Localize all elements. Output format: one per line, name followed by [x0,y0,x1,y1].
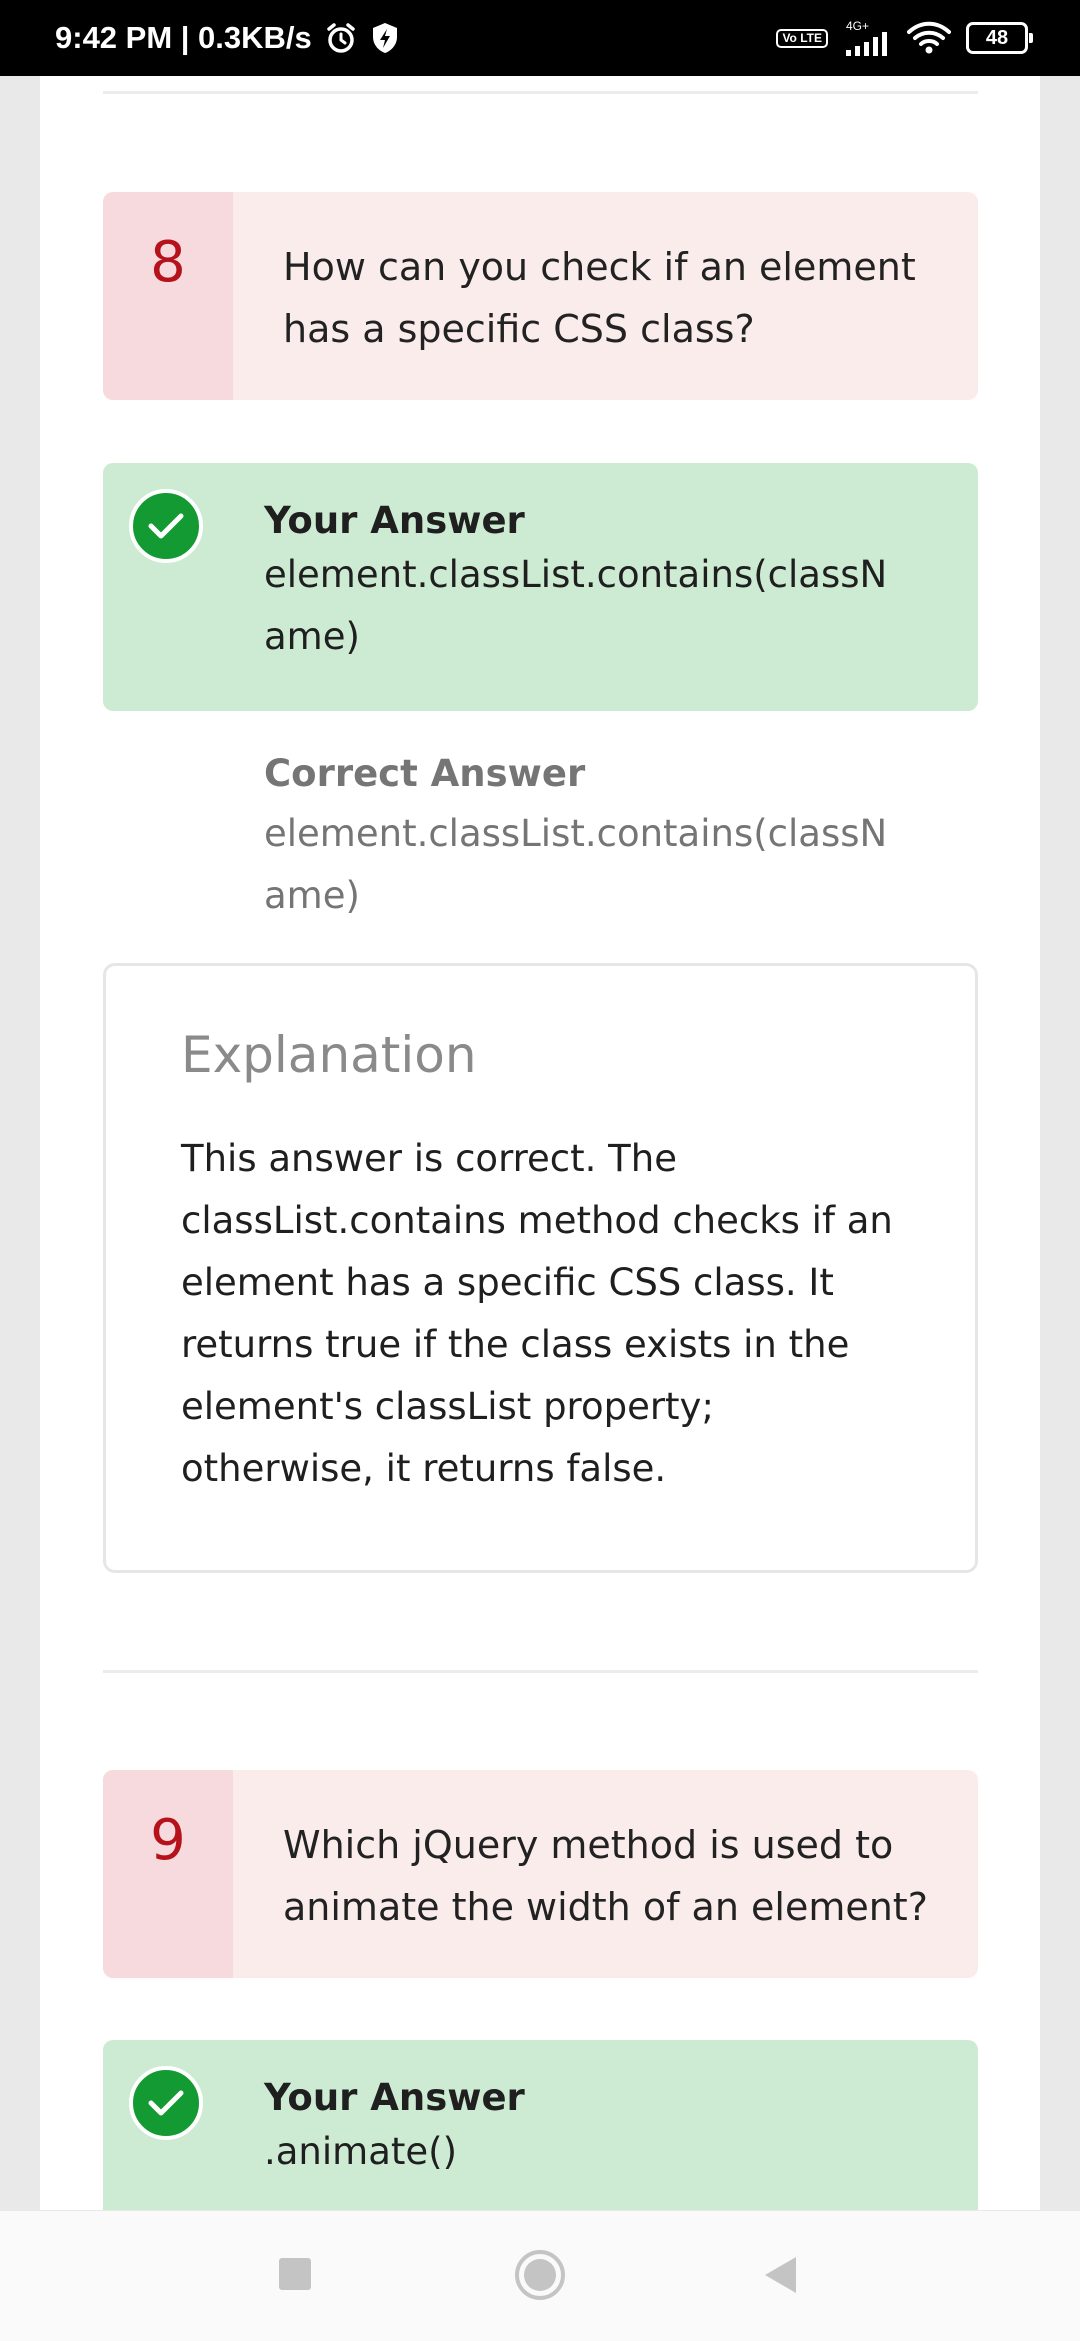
question-card-9: 9 Which jQuery method is used to animate… [103,1770,978,1978]
triangle-back-icon[interactable] [762,2255,798,2295]
shield-icon [372,23,397,53]
status-left: 9:42 PM | 0.3KB/s [55,0,400,76]
battery-indicator: 48 [966,22,1033,54]
your-answer-value: .animate() [264,2130,458,2173]
status-right: Vo LTE 4G+ 48 [776,0,1033,76]
correct-answer-label: Correct Answer [264,752,586,795]
your-answer-card: Your Answer .animate() [103,2040,978,2210]
your-answer-label: Your Answer [264,499,525,542]
volte-badge: Vo LTE [776,28,828,48]
divider [103,91,978,94]
explanation-title: Explanation [181,1026,477,1084]
question-text: Which jQuery method is used to animate t… [283,1823,928,1929]
your-answer-value: element.classList.contains(className) [264,553,888,658]
your-answer-card: Your Answer element.classList.contains(c… [103,463,978,711]
explanation-text: This answer is correct. The classList.co… [181,1137,893,1490]
explanation-box: Explanation This answer is correct. The … [103,963,978,1573]
wifi-icon [907,21,951,54]
check-icon [129,489,203,563]
divider [103,1670,978,1673]
question-number: 9 [103,1770,233,1978]
check-icon [129,2066,203,2140]
signal-bars-icon [846,32,887,56]
network-type: 4G+ [846,19,870,33]
alarm-icon [327,23,355,53]
question-card-8: 8 How can you check if an element has a … [103,192,978,400]
square-icon[interactable] [278,2257,312,2291]
circle-icon[interactable] [514,2249,566,2301]
your-answer-label: Your Answer [264,2076,525,2119]
status-bar: 9:42 PM | 0.3KB/s Vo LTE 4G+ 48 [0,0,1080,76]
correct-answer-value: element.classList.contains(className) [264,812,888,917]
status-time-speed: 9:42 PM | 0.3KB/s [55,20,312,55]
question-text: How can you check if an element has a sp… [283,245,916,351]
signal-indicator: 4G+ [842,20,892,56]
question-number: 8 [103,192,233,400]
navigation-bar [0,2210,1080,2341]
quiz-review-page: 8 How can you check if an element has a … [40,76,1040,2210]
